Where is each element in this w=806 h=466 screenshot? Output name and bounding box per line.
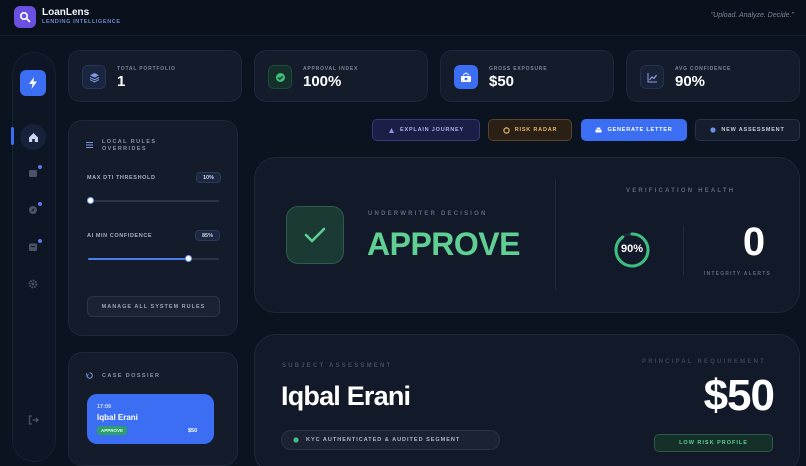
radar-icon xyxy=(503,126,510,134)
dossier-time: 17:09 xyxy=(97,404,112,410)
chart-icon xyxy=(640,65,664,89)
kpi-card-total-portfolio: TOTAL PORTFOLIO 1 xyxy=(68,50,242,102)
notification-dot xyxy=(38,202,42,206)
notification-dot xyxy=(38,165,42,169)
sidebar-item-inbox[interactable] xyxy=(20,234,46,260)
kpi-card-approval-index: APPROVAL INDEX 100% xyxy=(254,50,428,102)
folder-icon xyxy=(29,170,37,177)
dossier-name: Iqbal Erani xyxy=(97,413,138,422)
sidebar-item-settings[interactable] xyxy=(20,271,46,297)
plus-circle-icon xyxy=(710,127,716,133)
ai-confidence-value: 85% xyxy=(195,230,221,241)
top-bar xyxy=(0,0,806,36)
ai-slider-fill xyxy=(88,258,189,260)
inbox-icon xyxy=(29,243,37,251)
kpi-card-gross-exposure: GROSS EXPOSURE $50 xyxy=(440,50,614,102)
sidebar-active-indicator xyxy=(11,127,14,145)
quick-action-button[interactable] xyxy=(20,70,46,96)
check-circle-icon xyxy=(268,65,292,89)
rules-title-second-line: OVERRIDES xyxy=(102,146,147,152)
dti-threshold-value: 10% xyxy=(196,172,222,183)
verified-dot-icon xyxy=(293,437,299,443)
generate-letter-button[interactable]: GENERATE LETTER xyxy=(581,119,687,141)
dti-threshold-label: MAX DTI THRESHOLD xyxy=(87,175,156,181)
manage-rules-button[interactable]: MANAGE ALL SYSTEM RULES xyxy=(87,296,220,317)
subject-name: Iqbal Erani xyxy=(281,381,411,411)
decision-divider xyxy=(555,180,556,290)
route-icon xyxy=(389,127,395,133)
risk-profile-badge: LOW RISK PROFILE xyxy=(654,434,773,452)
kpi-value: 100% xyxy=(303,73,342,90)
kpi-label: APPROVAL INDEX xyxy=(303,66,359,72)
logout-icon xyxy=(28,415,39,425)
health-divider xyxy=(683,225,684,275)
rules-title: LOCAL RULES xyxy=(102,139,157,145)
history-icon xyxy=(86,372,93,379)
dossier-status-badge: APPROVE xyxy=(97,426,128,435)
new-assessment-button[interactable]: NEW ASSESSMENT xyxy=(695,119,800,141)
kpi-value: $50 xyxy=(489,73,515,90)
kyc-badge: KYC AUTHENTICATED & AUDITED SEGMENT xyxy=(281,430,500,450)
risk-radar-button[interactable]: RISK RADAR xyxy=(488,119,572,141)
layers-icon xyxy=(82,65,106,89)
bolt-icon xyxy=(29,77,37,89)
kpi-label: TOTAL PORTFOLIO xyxy=(117,66,176,72)
integrity-alerts-count: 0 xyxy=(742,220,766,264)
decision-label: UNDERWRITER DECISION xyxy=(368,211,488,217)
notification-dot xyxy=(38,239,42,243)
printer-icon xyxy=(595,127,602,132)
money-icon xyxy=(454,65,478,89)
dossier-title: CASE DOSSIER xyxy=(102,373,161,379)
decision-value: APPROVE xyxy=(367,226,520,262)
home-icon xyxy=(28,132,38,142)
health-percent: 90% xyxy=(620,243,644,255)
explain-journey-button[interactable]: EXPLAIN JOURNEY xyxy=(372,119,480,141)
decision-check-icon xyxy=(286,206,344,264)
ai-confidence-label: AI MIN CONFIDENCE xyxy=(87,233,153,239)
dti-slider-track[interactable] xyxy=(88,200,219,202)
search-icon xyxy=(19,11,31,23)
sidebar-item-portfolio[interactable] xyxy=(20,160,46,186)
principal-label: PRINCIPAL REQUIREMENT xyxy=(642,359,766,365)
kpi-value: 1 xyxy=(117,73,126,90)
sidebar-item-home[interactable] xyxy=(20,124,46,150)
app-logo[interactable] xyxy=(14,6,36,28)
subject-label: SUBJECT ASSESSMENT xyxy=(282,363,393,369)
verification-health-label: VERIFICATION HEALTH xyxy=(626,188,736,194)
kpi-value: 90% xyxy=(675,73,706,90)
kpi-card-avg-confidence: AVG CONFIDENCE 90% xyxy=(626,50,800,102)
kpi-label: AVG CONFIDENCE xyxy=(675,66,732,72)
gear-icon xyxy=(28,279,38,289)
compass-icon xyxy=(29,206,37,214)
principal-value: $50 xyxy=(703,371,775,420)
integrity-alerts-label: INTEGRITY ALERTS xyxy=(704,271,771,277)
tagline: "Upload. Analyze. Decide." xyxy=(710,12,794,19)
dossier-amount: $50 xyxy=(188,428,198,434)
app-title: LoanLens xyxy=(42,7,90,18)
sidebar-item-explore[interactable] xyxy=(20,197,46,223)
app-subtitle: LENDING INTELLIGENCE xyxy=(42,19,121,25)
logout-button[interactable] xyxy=(20,407,46,433)
kpi-label: GROSS EXPOSURE xyxy=(489,66,548,72)
list-icon xyxy=(86,142,93,148)
